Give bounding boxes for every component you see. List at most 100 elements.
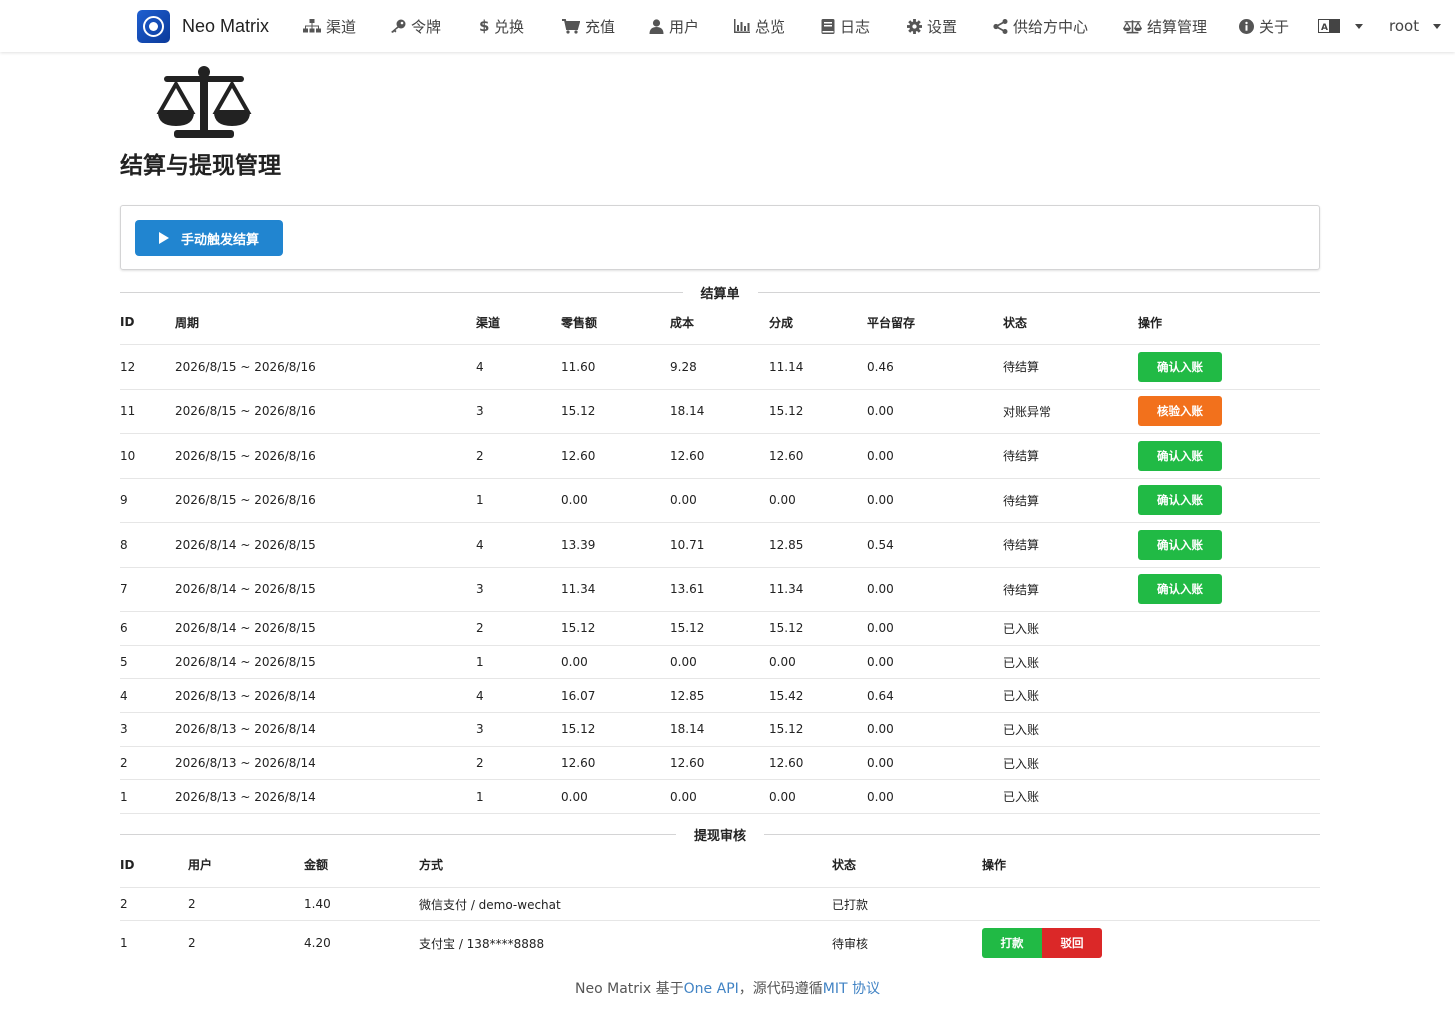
cell-share: 0.00	[769, 789, 796, 804]
cell-period: 2026/8/13 ~ 2026/8/14	[175, 756, 316, 771]
reject-button[interactable]: 驳回	[1042, 928, 1102, 958]
nav-item-label: 日志	[840, 17, 871, 36]
table-row: 5 2026/8/14 ~ 2026/8/15 1 0.00 0.00 0.00 0.00 已…	[120, 646, 1320, 680]
cell-channel: 3	[476, 582, 484, 597]
withdraw-section-title: 提现审核	[694, 828, 747, 844]
confirm-entry-button[interactable]: 确认入账	[1138, 351, 1222, 382]
settlement-header-row: ID 周期 渠道 零售额 成本 分成 平台留存 状态 操作	[120, 300, 1320, 345]
page-title: 结算与提现管理	[120, 153, 281, 179]
cell-retail: 15.12	[561, 722, 596, 737]
column-header: 周期	[175, 315, 200, 330]
confirm-entry-button[interactable]: 确认入账	[1138, 529, 1222, 560]
verify-entry-button[interactable]: 核验入账	[1138, 396, 1222, 427]
cell-user: 2	[188, 936, 196, 950]
table-row: 7 2026/8/14 ~ 2026/8/15 3 11.34 13.61 11.34 0.…	[120, 568, 1320, 612]
cell-retain: 0.00	[867, 655, 894, 670]
cell-retail: 11.60	[561, 359, 596, 374]
cell-action: 打款 驳回	[982, 921, 1102, 965]
settlement-divider: 结算单	[120, 282, 1321, 302]
column-header: 方式	[419, 858, 444, 872]
confirm-entry-button[interactable]: 确认入账	[1138, 440, 1222, 471]
cell-action: 确认入账	[1138, 479, 1222, 523]
nav-item-label: 总览	[755, 17, 786, 36]
nav-item-label: 结算管理	[1147, 17, 1208, 36]
cell-retail: 0.00	[561, 655, 588, 670]
cell-id: 8	[120, 537, 128, 552]
nav-item-5[interactable]: 总览	[734, 0, 785, 52]
cell-retain: 0.00	[867, 722, 894, 737]
column-header: 分成	[769, 315, 794, 330]
cell-share: 0.00	[769, 493, 796, 508]
one-api-link[interactable]: One API	[684, 981, 739, 997]
nav-item-6[interactable]: 日志	[821, 0, 870, 52]
cell-share: 15.12	[769, 722, 804, 737]
cell-channel: 3	[476, 404, 484, 419]
confirm-entry-button[interactable]: 确认入账	[1138, 485, 1222, 516]
nav-item-3[interactable]: 充值	[562, 0, 615, 52]
table-row: 10 2026/8/15 ~ 2026/8/16 2 12.60 12.60 12.60 0…	[120, 434, 1320, 479]
book-icon	[821, 18, 840, 34]
nav-item-0[interactable]: 渠道	[303, 0, 356, 52]
cell-status: 已入账	[1003, 790, 1040, 805]
cell-action: 核验入账	[1138, 390, 1222, 434]
cell-action: 确认入账	[1138, 523, 1222, 567]
cell-retain: 0.54	[867, 537, 894, 552]
sitemap-icon	[303, 19, 326, 33]
cell-cost: 10.71	[670, 537, 705, 552]
balance-scale-icon	[1123, 19, 1147, 34]
language-icon: A	[1318, 19, 1340, 33]
withdraw-header-row: ID 用户 金额 方式 状态 操作	[120, 842, 1320, 888]
confirm-entry-button[interactable]: 确认入账	[1138, 574, 1222, 605]
svg-text:A: A	[1321, 23, 1328, 33]
column-header: 零售额	[561, 315, 598, 330]
cell-channel: 2	[476, 756, 484, 771]
cell-amount: 1.40	[304, 897, 331, 911]
cell-share: 15.12	[769, 621, 804, 636]
cell-share: 15.12	[769, 404, 804, 419]
nav-item-7[interactable]: 设置	[907, 0, 957, 52]
cell-retail: 12.60	[561, 756, 596, 771]
cell-channel: 2	[476, 448, 484, 463]
bar-chart-icon	[734, 19, 755, 33]
column-header: 成本	[670, 315, 695, 330]
mit-license-link[interactable]: MIT 协议	[823, 981, 880, 997]
nav-item-4[interactable]: 用户	[649, 0, 699, 52]
cell-status: 对账异常	[1003, 404, 1052, 419]
nav-item-1[interactable]: 令牌	[390, 0, 441, 52]
nav-item-8[interactable]: 供给方中心	[993, 0, 1088, 52]
cell-id: 12	[120, 359, 136, 374]
brand[interactable]: Neo Matrix	[137, 10, 269, 43]
nav-item-2[interactable]: $ 兑换	[479, 0, 524, 52]
column-header: 状态	[832, 858, 857, 872]
info-circle-icon	[1239, 18, 1259, 34]
cell-action: 确认入账	[1138, 345, 1222, 389]
cell-cost: 12.60	[670, 756, 705, 771]
dollar-icon: $	[479, 18, 494, 34]
cell-period: 2026/8/14 ~ 2026/8/15	[175, 537, 316, 552]
cell-id: 5	[120, 655, 128, 670]
cell-retail: 13.39	[561, 537, 596, 552]
column-header: 渠道	[476, 315, 501, 330]
cell-status: 待结算	[1003, 449, 1040, 464]
user-menu[interactable]: root	[1389, 0, 1442, 52]
nav-item-9[interactable]: 结算管理	[1123, 0, 1207, 52]
pay-button[interactable]: 打款	[982, 928, 1042, 958]
cell-channel: 1	[476, 493, 484, 508]
table-row: 2 2026/8/13 ~ 2026/8/14 2 12.60 12.60 12.60 0.…	[120, 747, 1320, 781]
table-row: 9 2026/8/15 ~ 2026/8/16 1 0.00 0.00 0.00 0.00 待…	[120, 479, 1320, 523]
cell-share: 15.42	[769, 688, 804, 703]
cell-retail: 0.00	[561, 789, 588, 804]
nav-item-label: 关于	[1259, 17, 1290, 36]
cell-cost: 18.14	[670, 404, 705, 419]
cell-status: 已打款	[832, 897, 869, 912]
table-row: 8 2026/8/14 ~ 2026/8/15 4 13.39 10.71 12.85 0.…	[120, 523, 1320, 568]
trigger-settlement-button[interactable]: 手动触发结算	[135, 220, 283, 256]
cell-retain: 0.00	[867, 582, 894, 597]
cell-share: 0.00	[769, 655, 796, 670]
cell-period: 2026/8/14 ~ 2026/8/15	[175, 621, 316, 636]
nav-item-10[interactable]: 关于	[1239, 0, 1289, 52]
cell-status: 已入账	[1003, 689, 1040, 704]
cell-period: 2026/8/13 ~ 2026/8/14	[175, 688, 316, 703]
language-selector[interactable]: A	[1318, 0, 1363, 52]
cell-status: 待结算	[1003, 493, 1040, 508]
